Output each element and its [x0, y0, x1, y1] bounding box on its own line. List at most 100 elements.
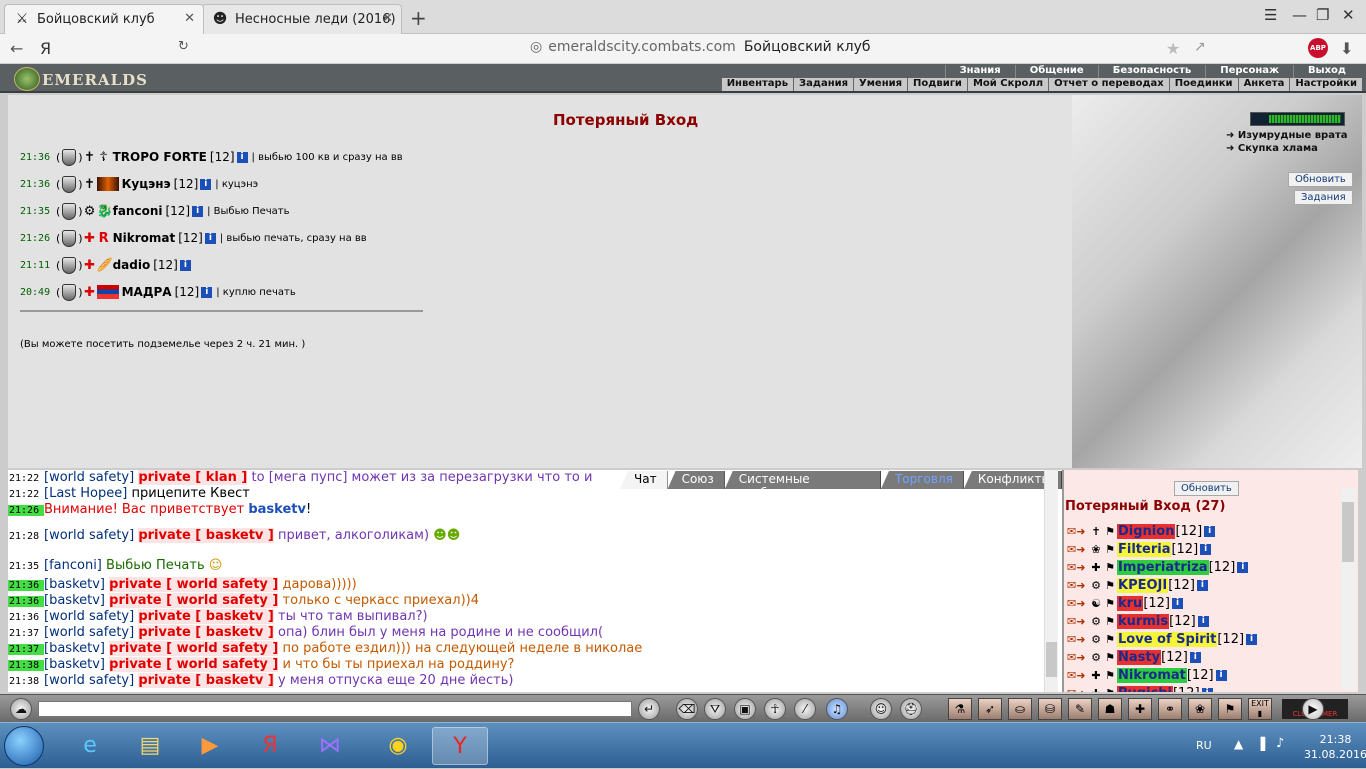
refresh-list-button[interactable]: Обновить: [1174, 481, 1239, 496]
save-icon[interactable]: ▣: [734, 698, 756, 720]
chat-sender[interactable]: [Last Hopee]: [44, 486, 127, 501]
share-icon[interactable]: ↗: [1194, 39, 1206, 55]
info-icon[interactable]: i: [1189, 651, 1201, 663]
info-icon[interactable]: i: [1215, 669, 1227, 681]
tab-trade[interactable]: Торговля: [880, 471, 964, 489]
player-nick[interactable]: dadio: [113, 258, 151, 272]
player-nick[interactable]: Куцэнэ: [122, 177, 171, 191]
helmet-icon[interactable]: ⛑: [900, 698, 922, 720]
nav-battles[interactable]: Поединки: [1168, 78, 1238, 91]
ie-icon[interactable]: e: [62, 727, 118, 765]
close-tab-icon[interactable]: ✕: [382, 11, 393, 26]
chat-private-target[interactable]: private [ basketv ]: [138, 625, 274, 640]
clock[interactable]: 21:38 31.08.2016: [1304, 732, 1366, 762]
player-nick[interactable]: Nikromat: [113, 231, 176, 245]
info-icon[interactable]: i: [236, 151, 248, 163]
nav-my-scroll[interactable]: Мой Скролл: [966, 78, 1048, 91]
private-arrow-icon[interactable]: ✉➜: [1067, 687, 1089, 693]
info-icon[interactable]: i: [192, 205, 204, 217]
chat-scrollbar[interactable]: [1044, 470, 1058, 692]
player-nick[interactable]: Love of Spirit: [1117, 631, 1218, 647]
nav-skills[interactable]: Умения: [853, 78, 907, 91]
chest-icon[interactable]: ⛁: [1038, 698, 1062, 720]
figure-icon[interactable]: ☥: [764, 698, 786, 720]
nav-character[interactable]: Персонаж: [1205, 65, 1293, 78]
shield-icon[interactable]: [62, 256, 77, 274]
info-icon[interactable]: i: [1201, 687, 1213, 692]
play-icon[interactable]: ▶: [1302, 698, 1324, 720]
network-icon[interactable]: ▲: [1234, 737, 1243, 751]
tab-union[interactable]: Союз: [667, 471, 725, 489]
potion-icon[interactable]: ⚗: [948, 698, 972, 720]
shield-icon[interactable]: [62, 202, 77, 220]
address-bar[interactable]: ◎ emeraldscity.combats.com Бойцовский клуб: [530, 39, 871, 55]
chrome-icon[interactable]: ◉: [370, 727, 426, 765]
nav-transfer-report[interactable]: Отчет о переводах: [1048, 78, 1169, 91]
mask-icon[interactable]: ☗: [1098, 698, 1122, 720]
player-nick[interactable]: Pugichi: [1117, 685, 1173, 692]
chat-private-target[interactable]: private [ basketv ]: [138, 673, 274, 688]
translit-icon[interactable]: ⁄: [794, 698, 816, 720]
tab-movie[interactable]: ☻ Несносные леди (2016) ✕: [202, 4, 402, 34]
nav-profile[interactable]: Анкета: [1237, 78, 1290, 91]
player-nick[interactable]: fanconi: [113, 204, 163, 218]
chat-private-target[interactable]: private [ world safety ]: [109, 641, 279, 656]
nav-knowledge[interactable]: Знания: [944, 65, 1015, 78]
media-player-icon[interactable]: ▶: [182, 727, 238, 765]
crosshair-icon[interactable]: ✚: [1128, 698, 1152, 720]
flag-icon[interactable]: ⚑: [1218, 698, 1242, 720]
shield-icon[interactable]: [62, 148, 77, 166]
tab-combats[interactable]: ⚔ Бойцовский клуб ✕: [4, 4, 204, 34]
chat-sender[interactable]: [basketv]: [44, 657, 105, 672]
refresh-button[interactable]: Обновить: [1288, 172, 1353, 187]
link-junk-shop[interactable]: ➜ Скупка хлама: [1226, 143, 1318, 154]
yandex-browser-icon[interactable]: Я: [242, 727, 298, 765]
player-nick[interactable]: Nasty: [1117, 649, 1162, 665]
private-arrow-icon[interactable]: ✉➜: [1067, 561, 1089, 574]
link-emerald-gates[interactable]: ➜ Изумрудные врата: [1226, 130, 1348, 141]
minimize-icon[interactable]: —: [1292, 6, 1307, 24]
folder-icon[interactable]: ▤: [122, 727, 178, 765]
bag-icon[interactable]: ⛀: [1008, 698, 1032, 720]
chat-sender[interactable]: [basketv]: [44, 577, 105, 592]
chat-input[interactable]: [38, 701, 632, 717]
info-icon[interactable]: i: [1197, 615, 1209, 627]
send-icon[interactable]: ↵: [638, 698, 660, 720]
adblock-button[interactable]: ABP: [1308, 38, 1328, 58]
chat-sender[interactable]: [world safety]: [44, 625, 134, 640]
back-button[interactable]: ←: [10, 39, 23, 58]
shield-icon[interactable]: [62, 175, 77, 193]
private-arrow-icon[interactable]: ✉➜: [1067, 633, 1089, 646]
nav-security[interactable]: Безопасность: [1097, 65, 1206, 78]
player-nick[interactable]: kru: [1117, 595, 1144, 611]
shield-icon[interactable]: [62, 229, 77, 247]
quests-button[interactable]: Задания: [1294, 190, 1353, 205]
private-arrow-icon[interactable]: ✉➜: [1067, 669, 1089, 682]
info-icon[interactable]: i: [200, 178, 212, 190]
maximize-icon[interactable]: ❐: [1316, 6, 1329, 24]
private-arrow-icon[interactable]: ✉➜: [1067, 597, 1089, 610]
download-icon[interactable]: ⬇: [1340, 39, 1353, 58]
chat-sender[interactable]: [world safety]: [44, 470, 134, 485]
player-nick[interactable]: Imperiatriza: [1117, 559, 1209, 575]
chat-mode-icon[interactable]: ☁: [10, 698, 32, 720]
info-icon[interactable]: i: [1246, 633, 1258, 645]
chat-sender[interactable]: [basketv]: [44, 641, 105, 656]
menu-icon[interactable]: ☰: [1264, 6, 1277, 24]
private-arrow-icon[interactable]: ✉➜: [1067, 525, 1089, 538]
scroll-icon[interactable]: ✎: [1068, 698, 1092, 720]
tab-system[interactable]: Системные сообщения: [724, 471, 881, 489]
star-icon[interactable]: ★: [1166, 39, 1180, 58]
nav-exit[interactable]: Выход: [1292, 65, 1360, 78]
volume-icon[interactable]: ♪: [1276, 736, 1284, 751]
reload-icon[interactable]: ↻: [178, 39, 189, 54]
info-icon[interactable]: i: [1196, 579, 1208, 591]
private-arrow-icon[interactable]: ✉➜: [1067, 615, 1089, 628]
new-tab-button[interactable]: +: [410, 6, 427, 30]
info-icon[interactable]: i: [201, 286, 213, 298]
info-icon[interactable]: i: [1172, 597, 1183, 609]
language-indicator[interactable]: RU: [1196, 739, 1212, 752]
nav-achievements[interactable]: Подвиги: [907, 78, 967, 91]
chat-sender[interactable]: [world safety]: [44, 528, 134, 543]
chat-sender[interactable]: [fanconi]: [44, 558, 102, 573]
